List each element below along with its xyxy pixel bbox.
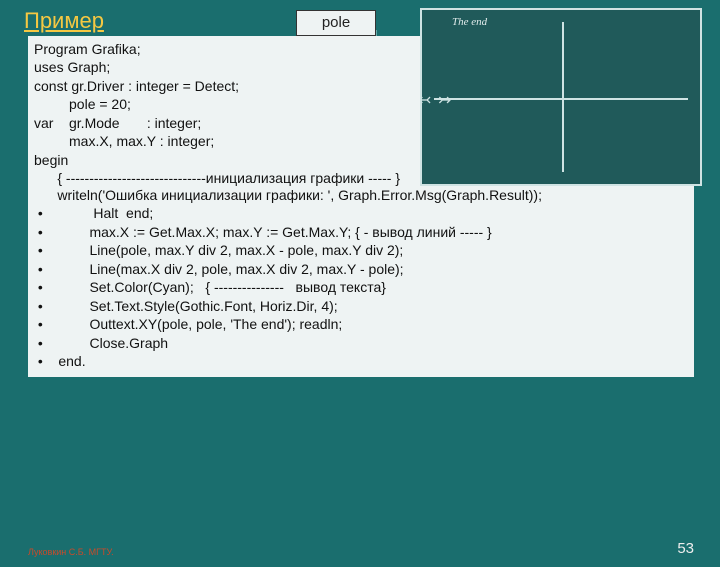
code-line: • Line(max.X div 2, pole, max.X div 2, m…: [34, 260, 688, 278]
axis-horizontal: [434, 98, 688, 100]
code-line: const gr.Driver : integer = Detect;: [34, 77, 414, 95]
code-line: • end.: [34, 352, 688, 370]
code-line: • max.X := Get.Max.X; max.Y := Get.Max.Y…: [34, 223, 688, 241]
code-line: • Set.Text.Style(Gothic.Font, Horiz.Dir,…: [34, 297, 688, 315]
code-block-bottom: writeln('Ошибка инициализации графики: '…: [28, 186, 694, 377]
pole-label-box: pole: [296, 10, 376, 36]
code-line: begin: [34, 151, 414, 169]
footer: Луковкин С.Б. МГТУ. 53: [28, 540, 694, 557]
code-line: • Outtext.XY(pole, pole, 'The end'); rea…: [34, 315, 688, 333]
axis-vertical: [562, 22, 564, 172]
code-line: Program Grafika;: [34, 40, 414, 58]
code-line: max.X, max.Y : integer;: [34, 132, 414, 150]
code-line: • Halt end;: [34, 204, 688, 222]
code-line: • Line(pole, max.Y div 2, max.X - pole, …: [34, 241, 688, 259]
footer-author: Луковкин С.Б. МГТУ.: [28, 547, 114, 557]
code-line: var gr.Mode : integer;: [34, 114, 414, 132]
graphic-output-window: The end ↢ ↣: [420, 8, 702, 186]
arrow-left-icon: ↢: [418, 90, 431, 110]
code-line: pole = 20;: [34, 95, 414, 113]
code-line: { ------------------------------инициали…: [34, 169, 414, 187]
code-line: writeln('Ошибка инициализации графики: '…: [34, 186, 688, 204]
code-line: • Set.Color(Cyan); { --------------- выв…: [34, 278, 688, 296]
code-line: • Close.Graph: [34, 334, 688, 352]
arrow-right-icon: ↣: [438, 90, 451, 110]
slide-title: Пример: [24, 8, 104, 34]
code-line: uses Graph;: [34, 58, 414, 76]
footer-page-number: 53: [677, 540, 694, 557]
graphic-output-text: The end: [452, 16, 487, 28]
